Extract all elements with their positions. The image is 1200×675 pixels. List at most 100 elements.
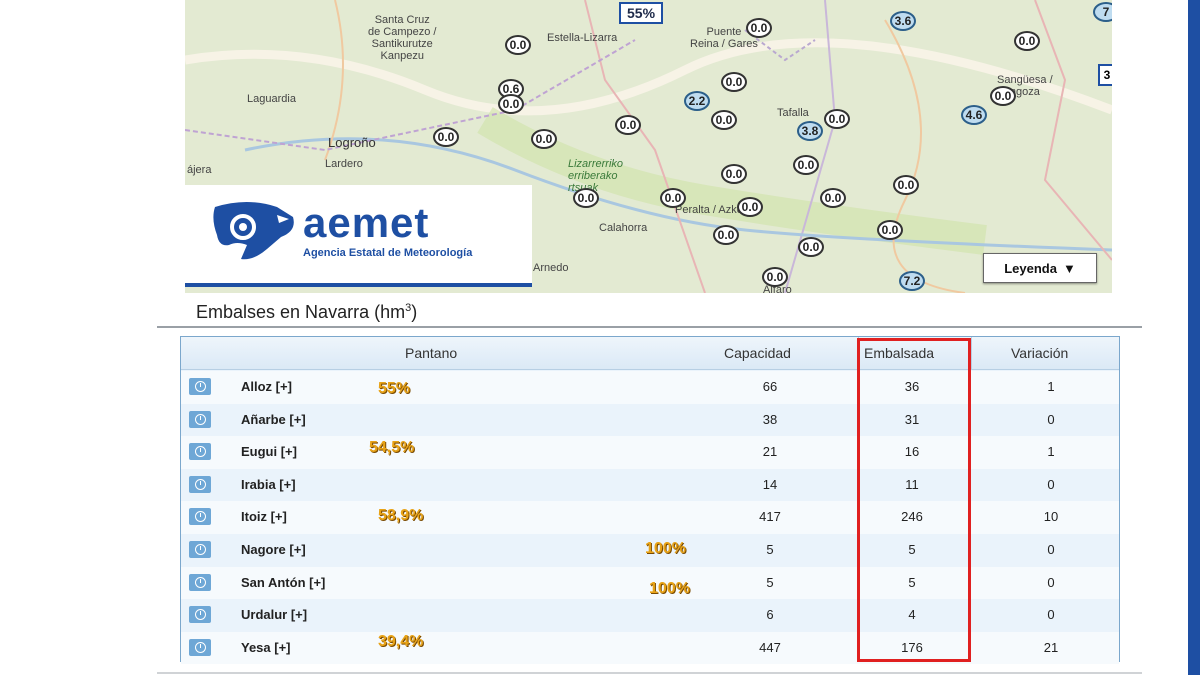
- reservoir-name[interactable]: San Antón [+]: [241, 575, 325, 590]
- aemet-logo-mark-icon: [213, 202, 294, 260]
- rain-bubble[interactable]: 0.0: [713, 225, 739, 245]
- capacity-value: 66: [762, 379, 778, 394]
- rain-bubble[interactable]: 0.0: [531, 129, 557, 149]
- rain-bubble[interactable]: 0.0: [573, 188, 599, 208]
- clock-icon[interactable]: [189, 606, 211, 624]
- annotation-yesa: 39,4%: [378, 633, 424, 650]
- clock-icon[interactable]: [189, 638, 211, 656]
- clock-icon[interactable]: [189, 475, 211, 493]
- map-percent-badge[interactable]: 55%: [619, 2, 664, 24]
- rain-bubble[interactable]: 0.0: [990, 86, 1016, 106]
- place-najera: ájera: [187, 164, 212, 176]
- logo-underline: [185, 283, 532, 287]
- rain-bubble[interactable]: 0.0: [660, 188, 686, 208]
- table-row: Añarbe [+] 38 31 0: [181, 404, 1119, 437]
- clock-icon[interactable]: [189, 541, 211, 558]
- capacity-value: 5: [766, 574, 774, 590]
- clock-icon[interactable]: [189, 378, 211, 395]
- rain-bubble[interactable]: 0.0: [762, 267, 788, 287]
- rain-bubble[interactable]: 3.8: [797, 121, 823, 141]
- capacity-value: 6: [766, 607, 774, 623]
- col-header-capacidad[interactable]: Capacidad: [724, 345, 791, 361]
- reservoir-name[interactable]: Nagore [+]: [241, 542, 306, 557]
- table-row: Eugui [+] 21 16 1: [181, 436, 1119, 469]
- annotation-itoiz: 58,9%: [378, 507, 424, 524]
- annotation-eugui: 54,5%: [369, 439, 415, 456]
- rain-bubble[interactable]: 7.2: [899, 271, 925, 291]
- rain-bubble[interactable]: 0.0: [746, 18, 772, 38]
- reservoir-table: Pantano Capacidad Embalsada Variación Al…: [180, 336, 1120, 665]
- place-laguardia: Laguardia: [247, 93, 296, 105]
- rain-bubble[interactable]: 0.0: [798, 237, 824, 257]
- clock-icon[interactable]: [189, 573, 211, 591]
- variation-value: 0: [1047, 411, 1055, 427]
- place-lardero: Lardero: [325, 158, 363, 170]
- rain-bubble[interactable]: 2.2: [684, 91, 710, 111]
- rain-bubble[interactable]: 0.0: [793, 155, 819, 175]
- variation-value: 0: [1047, 542, 1055, 557]
- embalsada-highlight-box: [857, 338, 971, 662]
- rain-bubble[interactable]: 0.0: [877, 220, 903, 240]
- clock-icon[interactable]: [189, 508, 211, 526]
- place-logrono: Logroño: [328, 135, 376, 150]
- table-row: Yesa [+] 447 176 21: [181, 631, 1119, 665]
- variation-value: 10: [1043, 509, 1059, 525]
- map-edge-badge[interactable]: 3: [1098, 64, 1112, 86]
- capacity-value: 21: [762, 444, 778, 460]
- capacity-value: 38: [762, 411, 778, 427]
- rain-bubble[interactable]: 0.0: [820, 188, 846, 208]
- rain-bubble[interactable]: 0.0: [505, 35, 531, 55]
- rain-bubble[interactable]: 0.0: [893, 175, 919, 195]
- table-row: Itoiz [+] 417 246 10: [181, 501, 1119, 534]
- reservoir-name[interactable]: Alloz [+]: [241, 379, 292, 394]
- page-title: Embalses en Navarra (hm3): [196, 302, 418, 322]
- aemet-subtitle: Agencia Estatal de Meteorología: [303, 247, 473, 259]
- reservoir-name[interactable]: Urdalur [+]: [241, 607, 307, 622]
- bottom-divider: [157, 672, 1142, 674]
- rain-bubble[interactable]: 0.0: [433, 127, 459, 147]
- clock-icon[interactable]: [189, 443, 211, 461]
- rain-bubble[interactable]: 0.0: [721, 164, 747, 184]
- clock-icon[interactable]: [189, 410, 211, 428]
- reservoir-name[interactable]: Eugui [+]: [241, 444, 297, 459]
- legend-button[interactable]: Leyenda ▼: [983, 253, 1097, 283]
- place-calahorra: Calahorra: [599, 222, 648, 234]
- reservoir-name[interactable]: Itoiz [+]: [241, 509, 287, 524]
- place-tafalla: Tafalla: [777, 107, 809, 119]
- place-estella: Estella-Lizarra: [547, 32, 618, 44]
- annotation-san-anton: 100%: [649, 580, 690, 597]
- rain-bubble[interactable]: 0.0: [711, 110, 737, 130]
- variation-value: 21: [1043, 639, 1059, 655]
- capacity-value: 14: [762, 476, 778, 492]
- rain-bubble[interactable]: 7: [1093, 2, 1112, 22]
- right-edge-bar: [1188, 0, 1200, 675]
- variation-value: 0: [1047, 574, 1055, 590]
- col-header-variacion[interactable]: Variación: [1011, 345, 1068, 361]
- rain-bubble[interactable]: 0.0: [1014, 31, 1040, 51]
- place-arnedo: Arnedo: [533, 262, 569, 274]
- capacity-value: 417: [759, 509, 781, 525]
- capacity-value: 447: [759, 639, 781, 655]
- rain-bubble[interactable]: 0.0: [824, 109, 850, 129]
- aemet-wordmark: aemet: [303, 199, 430, 246]
- rain-bubble[interactable]: 4.6: [961, 105, 987, 125]
- col-header-pantano[interactable]: Pantano: [405, 345, 457, 361]
- rain-bubble[interactable]: 0.0: [737, 197, 763, 217]
- capacity-value: 5: [766, 542, 774, 557]
- reservoir-name[interactable]: Yesa [+]: [241, 640, 291, 655]
- title-divider: [157, 326, 1142, 328]
- place-lizarrerriko: Lizarrerriko erriberako rtsuak: [568, 158, 624, 194]
- rain-bubble[interactable]: 3.6: [890, 11, 916, 31]
- annotation-nagore: 100%: [645, 540, 686, 557]
- variation-value: 0: [1047, 607, 1055, 623]
- rain-bubble[interactable]: 0.0: [721, 72, 747, 92]
- rain-bubble[interactable]: 0.0: [615, 115, 641, 135]
- table-row: Irabia [+] 14 11 0: [181, 469, 1119, 502]
- table-header: Pantano Capacidad Embalsada Variación: [181, 337, 1119, 370]
- col-separator: [971, 337, 972, 369]
- reservoir-name[interactable]: Irabia [+]: [241, 477, 296, 492]
- reservoir-name[interactable]: Añarbe [+]: [241, 412, 306, 427]
- triangle-down-icon: ▼: [1062, 260, 1076, 276]
- variation-value: 1: [1047, 379, 1055, 394]
- rain-bubble[interactable]: 0.0: [498, 94, 524, 114]
